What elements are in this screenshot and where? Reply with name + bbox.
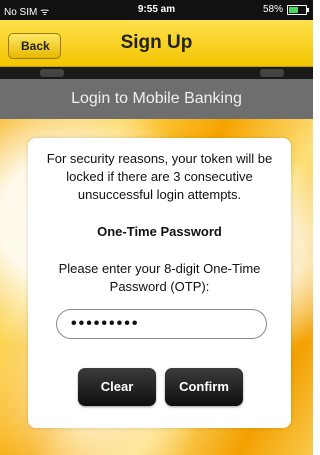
battery-status: 58% [262, 4, 309, 15]
security-message: For security reasons, your token will be… [46, 151, 273, 202]
otp-card: For security reasons, your token will be… [28, 138, 291, 428]
otp-title: One-Time Password [97, 224, 222, 239]
clear-button[interactable]: Clear [78, 368, 156, 406]
back-button[interactable]: Back [8, 33, 61, 59]
otp-input[interactable] [56, 309, 267, 339]
decorative-strip [0, 67, 313, 79]
battery-icon [287, 4, 309, 15]
battery-percent: 58% [262, 4, 283, 15]
navigation-bar: Sign Up Back [0, 20, 313, 67]
status-bar: No SIM ᯤ 9:55 am 58% [0, 0, 313, 20]
otp-instruction: Please enter your 8-digit One-Time Passw… [58, 261, 261, 294]
section-header: Login to Mobile Banking [0, 79, 313, 119]
confirm-button[interactable]: Confirm [165, 368, 243, 406]
